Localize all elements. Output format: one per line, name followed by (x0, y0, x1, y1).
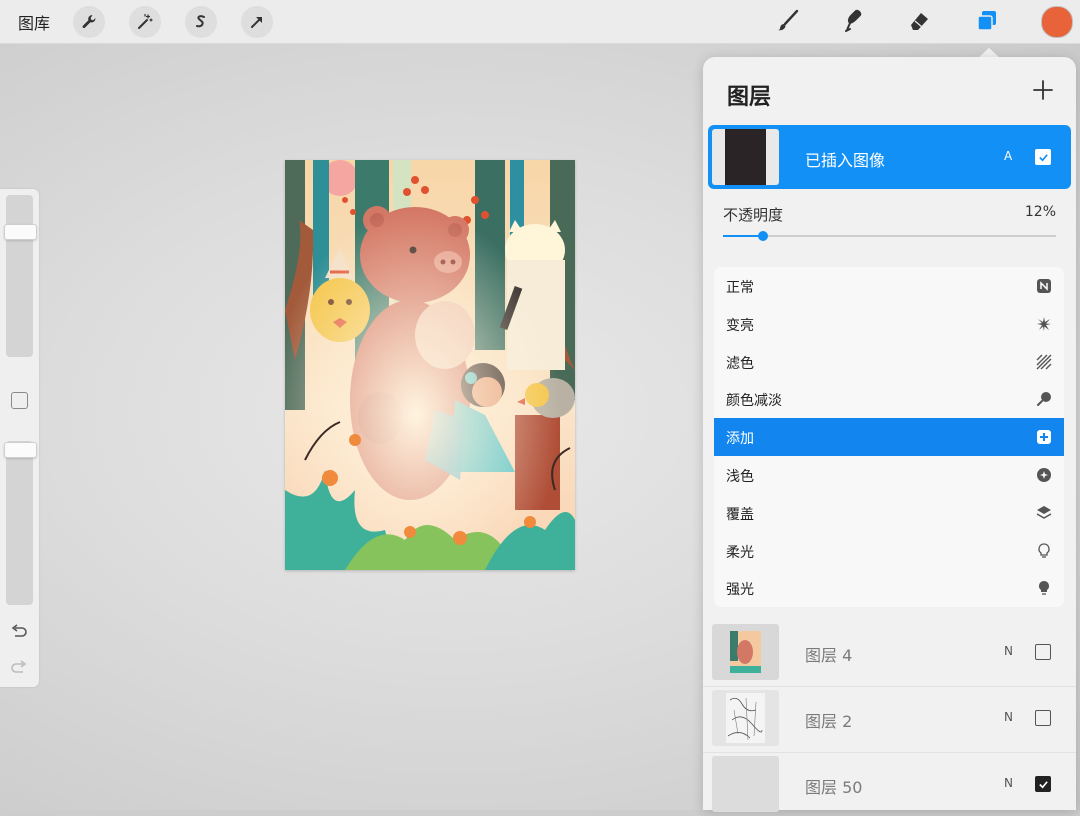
blend-mode-label: 颜色减淡 (726, 393, 782, 410)
panel-title: 图层 (727, 85, 772, 110)
brush-icon (778, 9, 799, 31)
layer-thumbnail (712, 129, 779, 185)
blend-mode-label: 覆盖 (726, 506, 754, 523)
layer-row-active[interactable]: 已插入图像 A (708, 125, 1071, 189)
blend-mode-item[interactable]: 强光 (714, 569, 1064, 607)
opacity-value: 12% (1024, 204, 1056, 220)
lighter-color-icon (1037, 468, 1051, 482)
smudge-button[interactable] (837, 6, 867, 36)
thumbnail-image (730, 631, 761, 673)
selection-button[interactable] (185, 6, 217, 38)
top-toolbar: 图库 (0, 0, 1080, 44)
layer-name: 已插入图像 (805, 151, 886, 170)
layer-thumbnail (712, 690, 779, 746)
opacity-label: 不透明度 (723, 206, 784, 224)
layer-name: 图层 50 (805, 778, 863, 797)
paint-button[interactable] (773, 6, 803, 36)
blend-mode-item[interactable]: 覆盖 (714, 494, 1064, 532)
stacked-layers-icon (1036, 505, 1052, 519)
plus-square-icon (1037, 430, 1051, 445)
blend-mode-item[interactable]: 正常 (714, 267, 1064, 305)
blend-mode-label: 滤色 (726, 355, 754, 372)
layer-name: 图层 4 (805, 646, 853, 665)
blend-mode-label: 变亮 (726, 317, 754, 334)
wrench-icon (82, 15, 96, 29)
thumbnail-image (725, 129, 766, 185)
smudge-icon (845, 9, 862, 32)
blend-mode-button[interactable]: A (1004, 149, 1012, 163)
blend-mode-item[interactable]: 添加 (714, 418, 1064, 457)
layers-panel: 图层 已插入图像 A 不透明度 12% 正常变亮滤色颜色减淡添加浅色覆盖柔光强光… (703, 57, 1076, 812)
dodge-wand-icon (1037, 392, 1051, 407)
brush-size-slider[interactable] (6, 195, 33, 357)
blend-mode-item[interactable]: 浅色 (714, 456, 1064, 494)
brush-opacity-slider[interactable] (6, 441, 33, 605)
blend-mode-list: 正常变亮滤色颜色减淡添加浅色覆盖柔光强光 (714, 267, 1064, 607)
actions-button[interactable] (73, 6, 105, 38)
layer-visibility-checkbox[interactable] (1035, 710, 1051, 726)
blend-mode-label: 柔光 (726, 544, 754, 561)
thumbnail-image (726, 693, 765, 743)
blend-mode-label: 添加 (726, 431, 754, 448)
gallery-button[interactable]: 图库 (18, 10, 50, 34)
n-badge-icon (1037, 279, 1051, 293)
layer-visibility-checkbox[interactable] (1035, 776, 1051, 792)
undo-icon[interactable] (9, 623, 29, 639)
blend-mode-button[interactable]: N (1004, 776, 1013, 790)
layer-row[interactable]: 图层 50 N (708, 752, 1071, 816)
blend-mode-item[interactable]: 变亮 (714, 305, 1064, 343)
transform-button[interactable] (241, 6, 273, 38)
brush-opacity-slider-thumb[interactable] (4, 442, 37, 458)
layer-visibility-checkbox[interactable] (1035, 644, 1051, 660)
modify-button[interactable] (11, 392, 28, 409)
left-sidebar (0, 189, 39, 687)
blend-mode-button[interactable]: N (1004, 710, 1013, 724)
color-swatch-button[interactable] (1041, 6, 1073, 38)
bulb-outline-icon (1038, 542, 1050, 558)
adjustments-button[interactable] (129, 6, 161, 38)
opacity-slider[interactable] (723, 231, 1056, 241)
erase-button[interactable] (904, 6, 934, 36)
checkmark-icon (1038, 153, 1048, 161)
blend-mode-label: 浅色 (726, 469, 754, 485)
eraser-icon (911, 13, 928, 30)
artwork-canvas[interactable] (285, 160, 575, 570)
layer-name: 图层 2 (805, 712, 853, 731)
layer-visibility-checkbox[interactable] (1035, 149, 1051, 165)
opacity-slider-knob[interactable] (757, 231, 768, 241)
blend-mode-button[interactable]: N (1004, 644, 1013, 658)
checkmark-icon (1038, 780, 1048, 788)
blend-mode-item[interactable]: 柔光 (714, 532, 1064, 570)
blend-mode-label: 正常 (726, 280, 754, 296)
layer-row[interactable]: 图层 2 N (708, 686, 1071, 750)
opacity-slider-fill (723, 235, 763, 237)
layer-row[interactable]: 图层 4 N (708, 620, 1071, 684)
redo-icon[interactable] (9, 659, 29, 675)
layer-thumbnail (712, 624, 779, 680)
starburst-icon (1037, 316, 1051, 331)
illustration-image (285, 160, 575, 570)
magic-wand-icon (138, 13, 153, 29)
layer-thumbnail (712, 756, 779, 812)
transform-arrow-icon (251, 17, 262, 28)
add-layer-icon[interactable] (1032, 79, 1054, 101)
layers-button[interactable] (972, 6, 1002, 36)
bulb-filled-icon (1039, 581, 1049, 596)
brush-size-slider-thumb[interactable] (4, 224, 37, 240)
blend-mode-item[interactable]: 颜色减淡 (714, 380, 1064, 418)
selection-icon (196, 15, 205, 28)
diagonal-lines-icon (1036, 354, 1052, 370)
layers-icon (977, 11, 996, 31)
blend-mode-label: 强光 (726, 582, 754, 599)
blend-mode-item[interactable]: 滤色 (714, 343, 1064, 381)
